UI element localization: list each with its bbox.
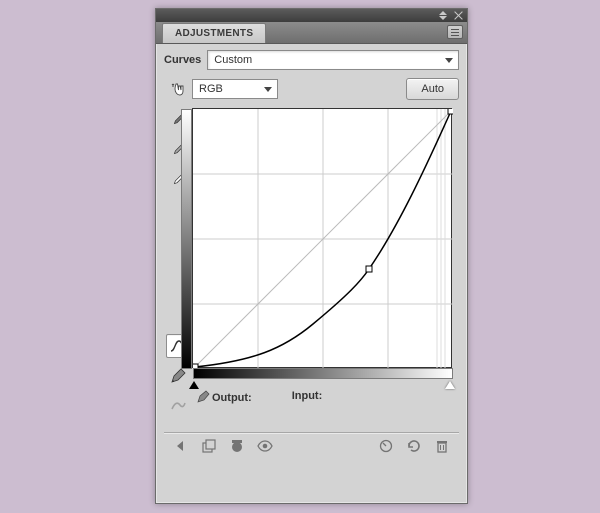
curves-graph[interactable] [192,108,452,368]
panel-menu-icon[interactable] [447,25,463,39]
panel-footer [164,433,459,459]
panel-titlebar [156,9,467,22]
panel-body: Curves Custom [156,44,467,459]
curve-point-highlight[interactable] [448,109,453,114]
output-gradient-strip [181,109,192,369]
channel-row: RGB Auto [192,78,459,100]
preset-row: Curves Custom [164,50,459,70]
clip-mask-icon[interactable] [228,437,246,455]
input-gradient-strip [193,368,453,379]
new-layer-icon[interactable] [200,437,218,455]
channel-value: RGB [199,83,223,95]
curves-svg [193,109,453,369]
graph-right: RGB Auto [192,78,459,418]
previous-state-icon[interactable] [377,437,395,455]
reset-icon[interactable] [405,437,423,455]
preset-dropdown[interactable]: Custom [207,50,459,70]
curve-point-mid[interactable] [366,266,372,272]
visibility-icon[interactable] [256,437,274,455]
shadow-slider[interactable] [189,381,199,389]
channel-dropdown[interactable]: RGB [192,79,278,99]
trash-icon[interactable] [433,437,451,455]
adjustments-panel: ADJUSTMENTS Curves Custom [155,8,468,504]
preset-value: Custom [214,54,252,66]
graph-area: RGB Auto [164,78,459,418]
auto-button[interactable]: Auto [406,78,459,100]
collapse-icon[interactable] [439,11,448,20]
input-label: Input: [292,390,323,404]
tab-adjustments[interactable]: ADJUSTMENTS [162,23,266,43]
targeted-adjustment-tool[interactable] [166,78,190,102]
highlight-slider[interactable] [445,381,455,389]
panel-tabbar: ADJUSTMENTS [156,22,467,44]
back-arrow-icon[interactable] [172,437,190,455]
close-icon[interactable] [454,11,463,20]
curves-label: Curves [164,54,201,66]
io-readout: Output: Input: [196,390,459,404]
output-label: Output: [196,390,252,404]
smooth-tool[interactable] [166,394,190,418]
